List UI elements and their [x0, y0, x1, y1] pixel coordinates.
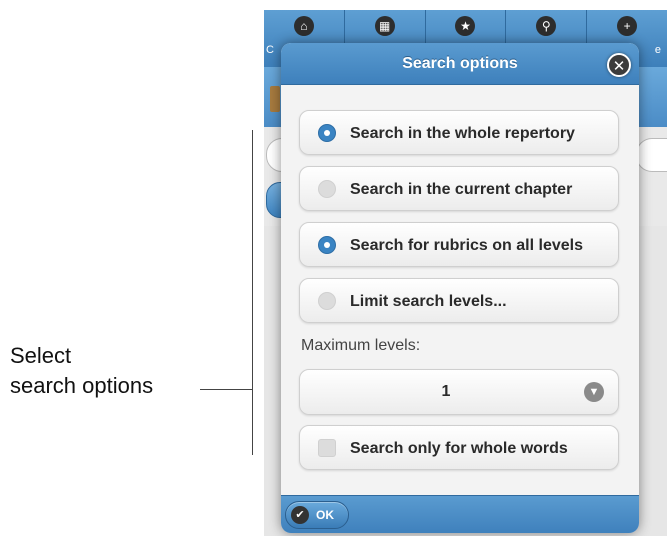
chevron-down-icon: ▼	[584, 382, 604, 402]
option-label: Limit search levels...	[350, 293, 507, 310]
checkmark-icon: ✔	[291, 506, 309, 524]
dialog-body: Search in the whole repertory Search in …	[281, 85, 639, 495]
option-whole-repertory[interactable]: Search in the whole repertory	[299, 110, 619, 155]
ok-label: OK	[316, 508, 334, 522]
max-levels-label: Maximum levels:	[301, 337, 421, 354]
nav-tab-more-label: e	[654, 44, 661, 56]
nav-tab-home-label: C	[266, 44, 274, 56]
annotation-bracket-line	[252, 130, 253, 455]
annotation-line-1: Select	[10, 343, 72, 368]
star-icon: ★	[455, 16, 476, 36]
radio-unselected-icon	[318, 292, 336, 310]
option-current-chapter[interactable]: Search in the current chapter	[299, 166, 619, 211]
grid-icon: ▦	[374, 16, 395, 36]
radio-selected-icon	[318, 236, 336, 254]
annotation-text: Select search options	[10, 341, 153, 401]
close-button[interactable]: ✕	[607, 53, 631, 77]
close-icon: ✕	[612, 58, 626, 75]
radio-selected-icon	[318, 124, 336, 142]
radio-unselected-icon	[318, 180, 336, 198]
plus-icon: +	[617, 16, 638, 36]
dialog-header: Search options ✕	[281, 43, 639, 85]
whole-words-label: Search only for whole words	[350, 440, 568, 457]
search-icon: ⚲	[536, 16, 557, 36]
home-icon: ⌂	[293, 16, 314, 36]
max-levels-value: 1	[441, 383, 451, 400]
annotation-line-2: search options	[10, 373, 154, 398]
option-label: Search in the whole repertory	[350, 125, 575, 142]
background-search-field-end	[636, 138, 667, 172]
max-levels-select[interactable]: 1 ▼	[299, 369, 619, 415]
whole-words-checkbox-row[interactable]: Search only for whole words	[299, 425, 619, 470]
dialog-title: Search options	[402, 55, 518, 72]
checkbox-icon	[318, 439, 336, 457]
search-options-dialog: Search options ✕ Search in the whole rep…	[281, 43, 639, 533]
dialog-footer: ✔ OK	[281, 495, 639, 533]
annotation-pointer-line	[200, 389, 253, 390]
option-label: Search in the current chapter	[350, 181, 573, 198]
ok-button[interactable]: ✔ OK	[285, 501, 349, 529]
option-limit-levels[interactable]: Limit search levels...	[299, 278, 619, 323]
book-icon	[270, 86, 280, 112]
option-all-levels[interactable]: Search for rubrics on all levels	[299, 222, 619, 267]
option-label: Search for rubrics on all levels	[350, 237, 583, 254]
